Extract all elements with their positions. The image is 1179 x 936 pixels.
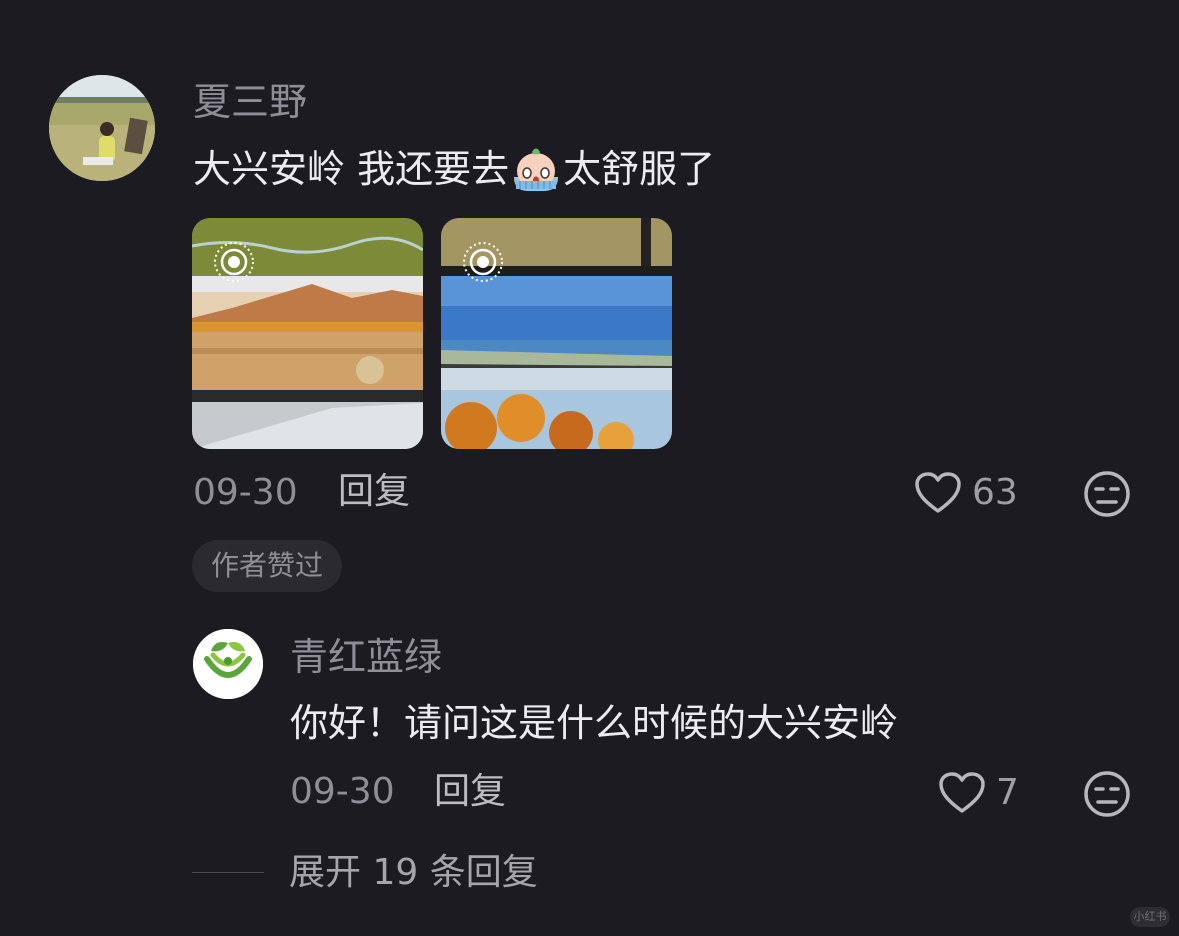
live-photo-icon bbox=[214, 242, 254, 282]
comment-photo-2[interactable] bbox=[441, 218, 672, 449]
heart-icon[interactable] bbox=[914, 471, 962, 515]
reply-like-button[interactable]: 7 bbox=[938, 771, 1019, 815]
expand-replies-button[interactable]: 展开 19 条回复 bbox=[289, 855, 538, 891]
reply-reply-button[interactable]: 回复 bbox=[434, 774, 506, 810]
reply-like-count: 7 bbox=[996, 772, 1019, 813]
heart-icon[interactable] bbox=[938, 771, 986, 815]
reply-user-avatar[interactable] bbox=[193, 629, 263, 699]
like-button[interactable]: 63 bbox=[914, 471, 1018, 515]
comment-text-part2: 太舒服了 bbox=[563, 147, 716, 191]
meh-face-icon[interactable] bbox=[1083, 470, 1131, 518]
comment-text-part1: 大兴安岭 我还要去 bbox=[193, 147, 510, 191]
crying-face-sticker-icon bbox=[514, 148, 559, 191]
reply-date: 09-30 bbox=[290, 771, 395, 812]
author-liked-badge: 作者赞过 bbox=[192, 540, 343, 592]
comment-text: 大兴安岭 我还要去 太舒服了 bbox=[193, 147, 715, 191]
watermark-logo: 小红书 bbox=[1130, 907, 1170, 927]
reply-author-name[interactable]: 青红蓝绿 bbox=[290, 638, 442, 676]
comment-photo-1[interactable] bbox=[192, 218, 423, 449]
reply-button[interactable]: 回复 bbox=[338, 474, 410, 510]
like-count: 63 bbox=[972, 472, 1018, 513]
comment-author-name[interactable]: 夏三野 bbox=[193, 83, 307, 121]
live-photo-icon bbox=[463, 242, 503, 282]
user-avatar[interactable] bbox=[49, 75, 155, 181]
divider-line bbox=[192, 872, 264, 873]
reply-text: 你好！请问这是什么时候的大兴安岭 bbox=[290, 701, 899, 745]
meh-face-icon[interactable] bbox=[1083, 770, 1131, 818]
comment-date: 09-30 bbox=[193, 472, 298, 513]
